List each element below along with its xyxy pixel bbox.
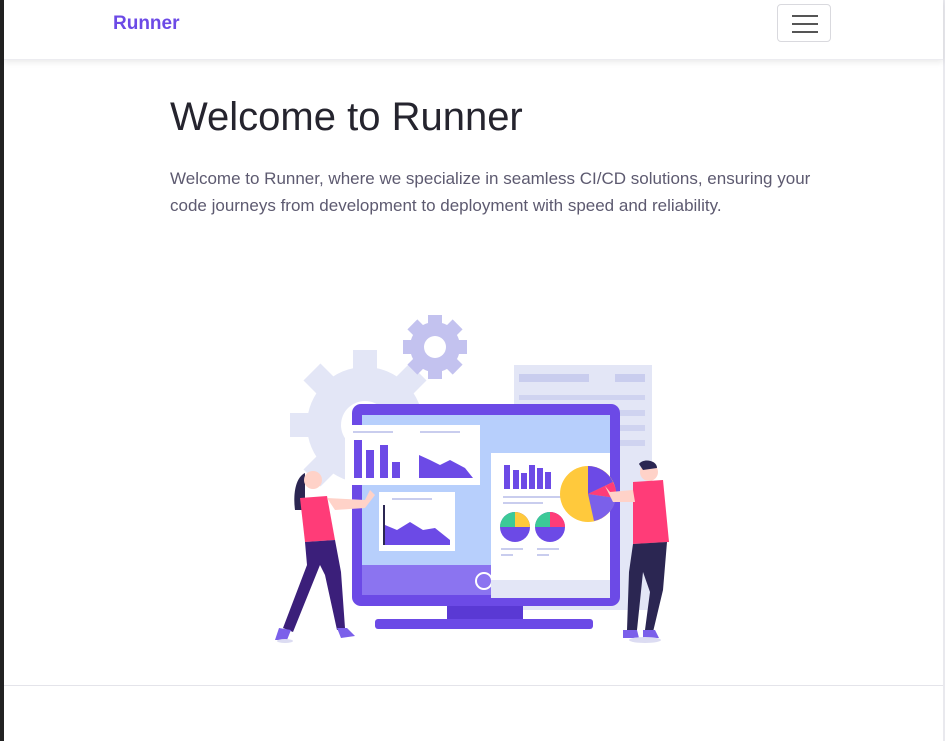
pie-chart-icon <box>560 466 617 522</box>
navbar-toggle-button[interactable] <box>777 4 831 42</box>
bar-chart-panel <box>345 425 480 485</box>
ground-shadow <box>277 639 293 643</box>
analytics-dashboard-illustration <box>275 315 669 643</box>
top-navbar: Runner <box>4 0 943 60</box>
brand-logo-link[interactable]: Runner <box>113 13 180 35</box>
ground-shadow <box>629 637 661 643</box>
section-divider <box>4 685 943 686</box>
area-chart-panel <box>379 492 455 551</box>
hamburger-menu-icon <box>792 15 818 33</box>
hero-title: Welcome to Runner <box>170 95 523 139</box>
small-gear-icon <box>403 315 467 379</box>
hero-lead-text: Welcome to Runner, where we specialize i… <box>170 169 811 215</box>
window-left-edge <box>0 0 4 741</box>
